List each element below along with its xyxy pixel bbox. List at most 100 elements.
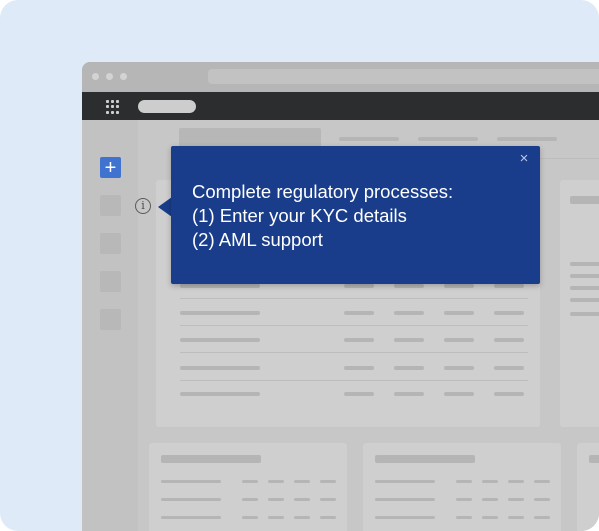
card-line [534, 480, 550, 483]
tab-placeholder[interactable] [497, 137, 557, 141]
card-line [320, 516, 336, 519]
card-line [242, 516, 258, 519]
card-line [375, 498, 435, 501]
table-cell-placeholder [444, 338, 474, 342]
side-panel-line [570, 262, 599, 266]
card-line [482, 498, 498, 501]
side-panel-line [570, 286, 599, 290]
table-cell-placeholder [494, 284, 524, 288]
table-cell-placeholder [394, 392, 424, 396]
card-line [268, 516, 284, 519]
card-line [534, 498, 550, 501]
table-cell-placeholder [444, 311, 474, 315]
card-line [456, 498, 472, 501]
card-line [268, 480, 284, 483]
card-line [161, 498, 221, 501]
page-title-placeholder [179, 128, 321, 148]
table-cell-placeholder [180, 284, 260, 288]
card-line [375, 480, 435, 483]
app-header [82, 92, 599, 120]
side-panel-line [570, 274, 599, 278]
info-icon[interactable]: i [135, 198, 151, 214]
table-cell-placeholder [344, 284, 374, 288]
row-divider [180, 298, 528, 299]
close-glyph: × [519, 150, 529, 167]
card-line [456, 516, 472, 519]
sidebar-item[interactable] [100, 233, 121, 254]
row-divider [180, 325, 528, 326]
card-line [294, 480, 310, 483]
card-line [456, 480, 472, 483]
card-line [294, 498, 310, 501]
table-cell-placeholder [344, 392, 374, 396]
sidebar-item[interactable] [100, 271, 121, 292]
window-dot[interactable] [120, 73, 127, 80]
card-line [482, 516, 498, 519]
tab-placeholder[interactable] [339, 137, 399, 141]
table-cell-placeholder [394, 338, 424, 342]
table-cell-placeholder [494, 311, 524, 315]
add-button[interactable]: + [100, 157, 121, 178]
plus-icon: + [104, 156, 117, 179]
tooltip-arrow [158, 197, 172, 217]
card-line [508, 498, 524, 501]
table-cell-placeholder [494, 392, 524, 396]
card-line [320, 498, 336, 501]
address-bar-placeholder[interactable] [208, 69, 599, 84]
card-line [161, 516, 221, 519]
row-divider [180, 352, 528, 353]
close-icon[interactable]: × [517, 150, 531, 167]
card-title-placeholder [375, 455, 475, 463]
card-line [508, 480, 524, 483]
card-title-placeholder [589, 455, 599, 463]
table-cell-placeholder [180, 366, 260, 370]
table-cell-placeholder [344, 366, 374, 370]
sidebar-item[interactable] [100, 309, 121, 330]
side-panel-line [570, 298, 599, 302]
app-name-placeholder[interactable] [138, 100, 196, 113]
card-line [268, 498, 284, 501]
card-line [242, 480, 258, 483]
table-cell-placeholder [444, 392, 474, 396]
card-title-placeholder [161, 455, 261, 463]
table-cell-placeholder [344, 311, 374, 315]
tab-placeholder[interactable] [418, 137, 478, 141]
card-line [161, 480, 221, 483]
window-dot[interactable] [92, 73, 99, 80]
tooltip-line-heading: Complete regulatory processes: [192, 181, 454, 202]
table-cell-placeholder [444, 284, 474, 288]
table-cell-placeholder [494, 338, 524, 342]
card-line [508, 516, 524, 519]
table-cell-placeholder [180, 311, 260, 315]
card-line [242, 498, 258, 501]
table-cell-placeholder [180, 338, 260, 342]
illustration-card: + i × Complete regulatory processes: (1)… [0, 0, 599, 531]
card-line [482, 480, 498, 483]
card-line [320, 480, 336, 483]
kyc-tooltip: × Complete regulatory processes: (1) Ent… [171, 146, 540, 284]
sidebar: + [82, 120, 138, 531]
table-cell-placeholder [394, 284, 424, 288]
card-line [534, 516, 550, 519]
tooltip-message: Complete regulatory processes: (1) Enter… [192, 180, 453, 252]
table-cell-placeholder [344, 338, 374, 342]
info-glyph: i [141, 199, 145, 212]
card-line [375, 516, 435, 519]
app-window: + i [82, 62, 599, 531]
table-cell-placeholder [394, 366, 424, 370]
grid-icon[interactable] [106, 100, 120, 114]
side-panel-title-placeholder [570, 196, 599, 204]
side-panel [560, 180, 599, 427]
tooltip-line-aml: (2) AML support [192, 229, 323, 250]
table-cell-placeholder [394, 311, 424, 315]
side-panel-line [570, 312, 599, 316]
window-titlebar [82, 62, 599, 92]
sidebar-item[interactable] [100, 195, 121, 216]
card-line [294, 516, 310, 519]
table-cell-placeholder [444, 366, 474, 370]
tooltip-line-kyc: (1) Enter your KYC details [192, 205, 407, 226]
table-cell-placeholder [494, 366, 524, 370]
table-cell-placeholder [180, 392, 260, 396]
window-dot[interactable] [106, 73, 113, 80]
row-divider [180, 380, 528, 381]
